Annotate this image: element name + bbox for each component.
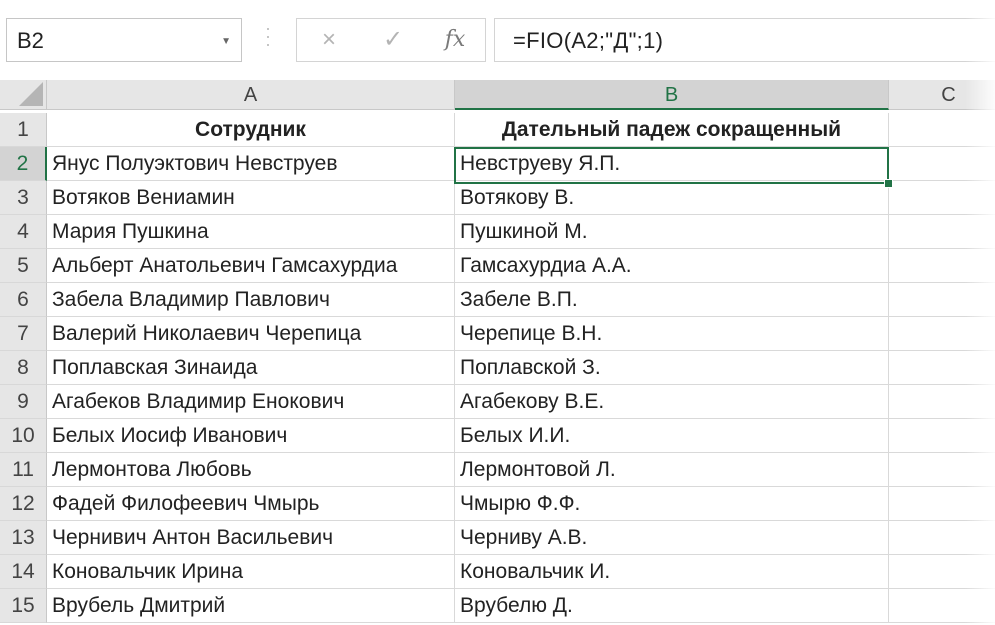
row-header[interactable]: 4 (0, 215, 47, 249)
cell-b[interactable]: Забеле В.П. (455, 283, 889, 317)
cell-b[interactable]: Вотякову В. (455, 181, 889, 215)
cell-c[interactable] (889, 113, 995, 147)
cell-a[interactable]: Белых Иосиф Иванович (47, 419, 455, 453)
name-box[interactable]: B2 ▼ (6, 18, 242, 62)
cell-c[interactable] (889, 589, 995, 623)
cell-a[interactable]: Валерий Николаевич Черепица (47, 317, 455, 351)
row-header[interactable]: 13 (0, 521, 47, 555)
cell-c[interactable] (889, 555, 995, 589)
cell-c[interactable] (889, 521, 995, 555)
cancel-icon[interactable]: × (309, 25, 349, 55)
cell-a[interactable]: Янус Полуэктович Невструев (47, 147, 455, 181)
drag-handle-icon[interactable]: · · · (262, 19, 274, 54)
cell-c[interactable] (889, 351, 995, 385)
cell-b[interactable]: Поплавской З. (455, 351, 889, 385)
column-header-c[interactable]: C (889, 80, 995, 110)
row-header[interactable]: 14 (0, 555, 47, 589)
row-header[interactable]: 6 (0, 283, 47, 317)
cell-b[interactable]: Лермонтовой Л. (455, 453, 889, 487)
row-header[interactable]: 7 (0, 317, 47, 351)
row-header[interactable]: 1 (0, 113, 47, 147)
cell-b[interactable]: Черниву А.В. (455, 521, 889, 555)
cell-c[interactable] (889, 487, 995, 521)
chevron-down-icon[interactable]: ▼ (221, 36, 231, 47)
row-header[interactable]: 15 (0, 589, 47, 623)
cell-b[interactable]: Агабекову В.Е. (455, 385, 889, 419)
name-box-value: B2 (17, 28, 44, 53)
cell-b[interactable]: Невструеву Я.П. (455, 147, 889, 181)
formula-buttons: × ✓ fx (296, 18, 486, 62)
cell-a[interactable]: Альберт Анатольевич Гамсахурдиа (47, 249, 455, 283)
formula-bar-area: B2 ▼ · · · × ✓ fx =FIO(A2;"Д";1) (0, 0, 995, 80)
cell-a[interactable]: Фадей Филофеевич Чмырь (47, 487, 455, 521)
cell-c[interactable] (889, 419, 995, 453)
cell-b[interactable]: Врубелю Д. (455, 589, 889, 623)
row-header[interactable]: 2 (0, 147, 47, 181)
column-header-b[interactable]: B (455, 80, 889, 110)
header-cell-a[interactable]: Сотрудник (47, 113, 455, 147)
cell-c[interactable] (889, 147, 995, 181)
cell-c[interactable] (889, 317, 995, 351)
column-header-a[interactable]: A (47, 80, 455, 110)
cell-b[interactable]: Черепице В.Н. (455, 317, 889, 351)
cell-c[interactable] (889, 215, 995, 249)
row-header[interactable]: 5 (0, 249, 47, 283)
cell-b[interactable]: Белых И.И. (455, 419, 889, 453)
select-all-triangle-icon (19, 82, 43, 106)
cell-b[interactable]: Пушкиной М. (455, 215, 889, 249)
enter-check-icon[interactable]: ✓ (373, 25, 413, 55)
cell-a[interactable]: Коновальчик Ирина (47, 555, 455, 589)
cell-b[interactable]: Гамсахурдиа А.А. (455, 249, 889, 283)
cell-a[interactable]: Чернивич Антон Васильевич (47, 521, 455, 555)
cell-c[interactable] (889, 283, 995, 317)
cell-a[interactable]: Лермонтова Любовь (47, 453, 455, 487)
cell-c[interactable] (889, 249, 995, 283)
cell-a[interactable]: Вотяков Вениамин (47, 181, 455, 215)
formula-text: =FIO(A2;"Д";1) (513, 28, 664, 53)
cell-a[interactable]: Поплавская Зинаида (47, 351, 455, 385)
row-header[interactable]: 11 (0, 453, 47, 487)
cell-a[interactable]: Врубель Дмитрий (47, 589, 455, 623)
fill-handle[interactable] (884, 179, 893, 188)
cell-a[interactable]: Агабеков Владимир Енокович (47, 385, 455, 419)
cell-a[interactable]: Забела Владимир Павлович (47, 283, 455, 317)
row-header[interactable]: 3 (0, 181, 47, 215)
row-header[interactable]: 8 (0, 351, 47, 385)
cell-c[interactable] (889, 385, 995, 419)
row-header[interactable]: 12 (0, 487, 47, 521)
header-cell-b[interactable]: Дательный падеж сокращенный (455, 113, 889, 147)
cell-c[interactable] (889, 181, 995, 215)
formula-input[interactable]: =FIO(A2;"Д";1) (494, 18, 995, 62)
cell-c[interactable] (889, 453, 995, 487)
cell-b[interactable]: Чмырю Ф.Ф. (455, 487, 889, 521)
cell-b[interactable]: Коновальчик И. (455, 555, 889, 589)
row-header[interactable]: 9 (0, 385, 47, 419)
insert-function-icon[interactable]: fx (435, 25, 475, 55)
select-all-corner[interactable] (0, 80, 47, 110)
cell-a[interactable]: Мария Пушкина (47, 215, 455, 249)
row-header[interactable]: 10 (0, 419, 47, 453)
